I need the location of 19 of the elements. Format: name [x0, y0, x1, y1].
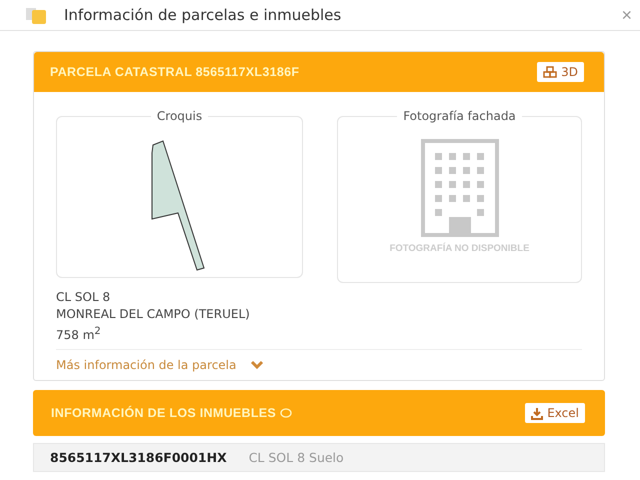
3d-button[interactable]: 3D	[537, 62, 584, 82]
property-description: CL SOL 8 Suelo	[248, 450, 344, 465]
property-row[interactable]: 8565117XL3186F0001HX CL SOL 8 Suelo	[33, 443, 605, 472]
excel-button[interactable]: Excel	[525, 403, 585, 423]
properties-title: INFORMACIÓN DE LOS INMUEBLES	[51, 406, 276, 420]
window-title: Información de parcelas e inmuebles	[64, 6, 342, 24]
frame-label: Croquis	[150, 109, 208, 123]
address-line: MONREAL DEL CAMPO (TERUEL)	[56, 306, 251, 323]
parcel-title: PARCELA CATASTRAL 8565117XL3186F	[50, 65, 300, 79]
close-button[interactable]: ×	[621, 4, 632, 26]
building-icon	[420, 139, 498, 237]
folder-icon	[26, 6, 48, 24]
property-reference: 8565117XL3186F0001HX	[50, 450, 227, 465]
download-icon	[531, 406, 544, 420]
cubes-icon	[543, 66, 558, 78]
address-line: CL SOL 8	[56, 289, 112, 306]
more-info-link[interactable]: Más información de la parcela	[56, 358, 264, 372]
area-text: 758 m$^{2}$	[56, 325, 102, 344]
frame-label: Fotografía fachada	[397, 109, 522, 123]
